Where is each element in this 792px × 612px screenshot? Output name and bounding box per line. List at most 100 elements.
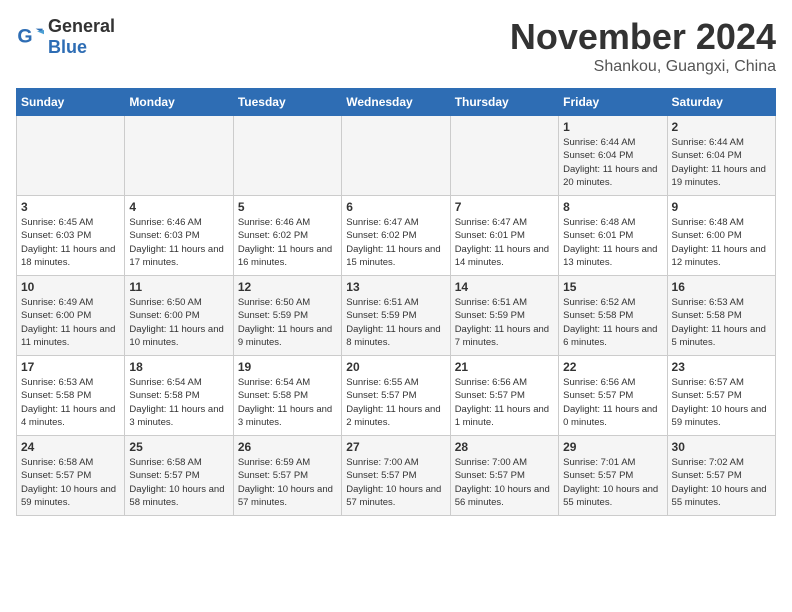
calendar-cell: 13 Sunrise: 6:51 AM Sunset: 5:59 PM Dayli… (342, 276, 450, 356)
calendar-header: SundayMondayTuesdayWednesdayThursdayFrid… (17, 89, 776, 116)
week-row-4: 17 Sunrise: 6:53 AM Sunset: 5:58 PM Dayli… (17, 356, 776, 436)
day-info: Sunrise: 6:57 AM Sunset: 5:57 PM Dayligh… (672, 376, 771, 429)
calendar-cell: 19 Sunrise: 6:54 AM Sunset: 5:58 PM Dayli… (233, 356, 341, 436)
day-number: 25 (129, 440, 228, 454)
day-number: 8 (563, 200, 662, 214)
calendar-cell: 10 Sunrise: 6:49 AM Sunset: 6:00 PM Dayli… (17, 276, 125, 356)
day-number: 10 (21, 280, 120, 294)
day-info: Sunrise: 7:02 AM Sunset: 5:57 PM Dayligh… (672, 456, 771, 509)
calendar-cell: 20 Sunrise: 6:55 AM Sunset: 5:57 PM Dayli… (342, 356, 450, 436)
day-number: 17 (21, 360, 120, 374)
day-info: Sunrise: 6:46 AM Sunset: 6:03 PM Dayligh… (129, 216, 228, 269)
day-info: Sunrise: 6:44 AM Sunset: 6:04 PM Dayligh… (672, 136, 771, 189)
logo-blue: Blue (48, 37, 87, 57)
month-title: November 2024 (510, 16, 776, 58)
calendar-cell: 11 Sunrise: 6:50 AM Sunset: 6:00 PM Dayli… (125, 276, 233, 356)
day-info: Sunrise: 6:49 AM Sunset: 6:00 PM Dayligh… (21, 296, 120, 349)
day-info: Sunrise: 6:50 AM Sunset: 6:00 PM Dayligh… (129, 296, 228, 349)
day-info: Sunrise: 6:50 AM Sunset: 5:59 PM Dayligh… (238, 296, 337, 349)
day-number: 21 (455, 360, 554, 374)
day-info: Sunrise: 6:51 AM Sunset: 5:59 PM Dayligh… (346, 296, 445, 349)
day-info: Sunrise: 7:01 AM Sunset: 5:57 PM Dayligh… (563, 456, 662, 509)
weekday-header-monday: Monday (125, 89, 233, 116)
day-number: 13 (346, 280, 445, 294)
calendar-cell: 28 Sunrise: 7:00 AM Sunset: 5:57 PM Dayli… (450, 436, 558, 516)
calendar-cell (233, 116, 341, 196)
day-info: Sunrise: 7:00 AM Sunset: 5:57 PM Dayligh… (346, 456, 445, 509)
calendar-cell: 21Sunrise: 6:56 AM Sunset: 5:57 PM Dayli… (450, 356, 558, 436)
calendar-cell (450, 116, 558, 196)
day-number: 12 (238, 280, 337, 294)
day-number: 3 (21, 200, 120, 214)
header: G General Blue November 2024 Shankou, Gu… (16, 16, 776, 76)
day-number: 5 (238, 200, 337, 214)
logo: G General Blue (16, 16, 115, 58)
calendar-cell: 25 Sunrise: 6:58 AM Sunset: 5:57 PM Dayli… (125, 436, 233, 516)
weekday-row: SundayMondayTuesdayWednesdayThursdayFrid… (17, 89, 776, 116)
day-info: Sunrise: 6:58 AM Sunset: 5:57 PM Dayligh… (129, 456, 228, 509)
calendar-cell: 18 Sunrise: 6:54 AM Sunset: 5:58 PM Dayli… (125, 356, 233, 436)
calendar-cell: 22Sunrise: 6:56 AM Sunset: 5:57 PM Dayli… (559, 356, 667, 436)
day-info: Sunrise: 6:54 AM Sunset: 5:58 PM Dayligh… (238, 376, 337, 429)
calendar-cell: 12 Sunrise: 6:50 AM Sunset: 5:59 PM Dayli… (233, 276, 341, 356)
calendar-body: 1 Sunrise: 6:44 AM Sunset: 6:04 PM Daylig… (17, 116, 776, 516)
day-number: 18 (129, 360, 228, 374)
day-number: 1 (563, 120, 662, 134)
day-info: Sunrise: 6:46 AM Sunset: 6:02 PM Dayligh… (238, 216, 337, 269)
day-number: 6 (346, 200, 445, 214)
day-number: 2 (672, 120, 771, 134)
day-info: Sunrise: 6:55 AM Sunset: 5:57 PM Dayligh… (346, 376, 445, 429)
day-number: 11 (129, 280, 228, 294)
calendar-cell (17, 116, 125, 196)
calendar-cell: 23 Sunrise: 6:57 AM Sunset: 5:57 PM Dayli… (667, 356, 775, 436)
day-info: Sunrise: 7:00 AM Sunset: 5:57 PM Dayligh… (455, 456, 554, 509)
day-info: Sunrise: 6:58 AM Sunset: 5:57 PM Dayligh… (21, 456, 120, 509)
weekday-header-tuesday: Tuesday (233, 89, 341, 116)
day-info: Sunrise: 6:54 AM Sunset: 5:58 PM Dayligh… (129, 376, 228, 429)
logo-text: General Blue (48, 16, 115, 58)
weekday-header-saturday: Saturday (667, 89, 775, 116)
weekday-header-thursday: Thursday (450, 89, 558, 116)
location-title: Shankou, Guangxi, China (510, 58, 776, 76)
day-number: 30 (672, 440, 771, 454)
day-number: 28 (455, 440, 554, 454)
day-info: Sunrise: 6:59 AM Sunset: 5:57 PM Dayligh… (238, 456, 337, 509)
day-number: 26 (238, 440, 337, 454)
calendar-cell: 5 Sunrise: 6:46 AM Sunset: 6:02 PM Daylig… (233, 196, 341, 276)
day-number: 29 (563, 440, 662, 454)
title-area: November 2024 Shankou, Guangxi, China (510, 16, 776, 76)
calendar-cell: 24 Sunrise: 6:58 AM Sunset: 5:57 PM Dayli… (17, 436, 125, 516)
day-number: 20 (346, 360, 445, 374)
calendar-cell: 4 Sunrise: 6:46 AM Sunset: 6:03 PM Daylig… (125, 196, 233, 276)
day-info: Sunrise: 6:44 AM Sunset: 6:04 PM Dayligh… (563, 136, 662, 189)
day-info: Sunrise: 6:53 AM Sunset: 5:58 PM Dayligh… (21, 376, 120, 429)
day-info: Sunrise: 6:47 AM Sunset: 6:02 PM Dayligh… (346, 216, 445, 269)
calendar-cell: 14Sunrise: 6:51 AM Sunset: 5:59 PM Dayli… (450, 276, 558, 356)
calendar-cell (342, 116, 450, 196)
weekday-header-friday: Friday (559, 89, 667, 116)
week-row-2: 3Sunrise: 6:45 AM Sunset: 6:03 PM Daylig… (17, 196, 776, 276)
calendar-cell: 17 Sunrise: 6:53 AM Sunset: 5:58 PM Dayli… (17, 356, 125, 436)
calendar-cell: 7Sunrise: 6:47 AM Sunset: 6:01 PM Daylig… (450, 196, 558, 276)
calendar-cell: 30 Sunrise: 7:02 AM Sunset: 5:57 PM Dayli… (667, 436, 775, 516)
day-number: 19 (238, 360, 337, 374)
day-number: 15 (563, 280, 662, 294)
day-number: 4 (129, 200, 228, 214)
week-row-1: 1 Sunrise: 6:44 AM Sunset: 6:04 PM Daylig… (17, 116, 776, 196)
weekday-header-sunday: Sunday (17, 89, 125, 116)
calendar-cell: 3Sunrise: 6:45 AM Sunset: 6:03 PM Daylig… (17, 196, 125, 276)
day-number: 9 (672, 200, 771, 214)
calendar-cell: 8 Sunrise: 6:48 AM Sunset: 6:01 PM Daylig… (559, 196, 667, 276)
day-number: 14 (455, 280, 554, 294)
week-row-3: 10 Sunrise: 6:49 AM Sunset: 6:00 PM Dayli… (17, 276, 776, 356)
day-info: Sunrise: 6:48 AM Sunset: 6:01 PM Dayligh… (563, 216, 662, 269)
svg-text:G: G (17, 26, 32, 48)
calendar-cell: 6 Sunrise: 6:47 AM Sunset: 6:02 PM Daylig… (342, 196, 450, 276)
weekday-header-wednesday: Wednesday (342, 89, 450, 116)
day-number: 23 (672, 360, 771, 374)
day-number: 27 (346, 440, 445, 454)
calendar-cell: 27 Sunrise: 7:00 AM Sunset: 5:57 PM Dayli… (342, 436, 450, 516)
day-number: 24 (21, 440, 120, 454)
calendar-cell: 26 Sunrise: 6:59 AM Sunset: 5:57 PM Dayli… (233, 436, 341, 516)
day-info: Sunrise: 6:48 AM Sunset: 6:00 PM Dayligh… (672, 216, 771, 269)
